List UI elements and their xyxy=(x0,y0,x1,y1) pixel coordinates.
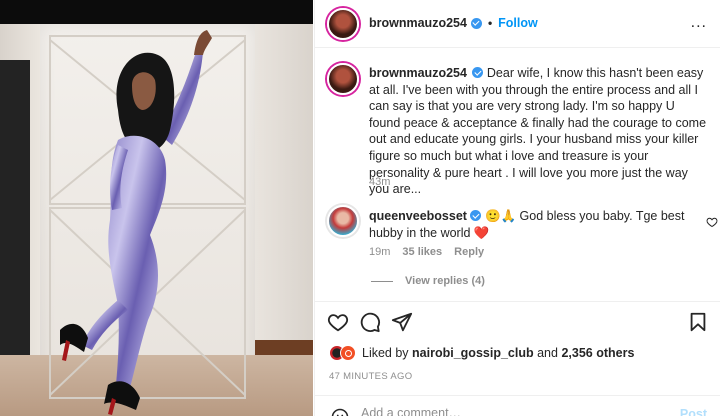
liked-by-and: and xyxy=(537,346,558,360)
post-comment-button[interactable]: Post xyxy=(680,407,707,416)
post-panel: brownmauzo254 • Follow ... brownmauzo254… xyxy=(314,0,720,416)
comment-like-heart-icon[interactable] xyxy=(706,216,718,228)
post-actions xyxy=(315,309,720,335)
bookmark-icon[interactable] xyxy=(687,311,709,333)
heart-icon[interactable] xyxy=(327,311,349,333)
liked-by-user[interactable]: nairobi_gossip_club xyxy=(412,346,534,360)
author-avatar[interactable] xyxy=(327,8,359,40)
replies-line xyxy=(371,280,393,282)
liker-avatar-2[interactable] xyxy=(340,345,356,361)
photo-figure xyxy=(49,30,246,415)
comment-input[interactable] xyxy=(361,406,641,416)
reply-button[interactable]: Reply xyxy=(454,246,484,258)
follow-button[interactable]: Follow xyxy=(498,16,538,30)
view-replies-button[interactable]: View replies (4) xyxy=(371,275,485,287)
liked-by-row: Liked by nairobi_gossip_club and 2,356 o… xyxy=(329,345,634,361)
commenter-avatar[interactable] xyxy=(327,205,359,237)
smiley-icon[interactable] xyxy=(331,408,349,416)
caption-avatar[interactable] xyxy=(327,63,359,95)
verified-badge-icon xyxy=(472,67,484,78)
comment-meta: 19m 35 likes Reply xyxy=(369,246,484,258)
separator-dot: • xyxy=(487,16,493,30)
caption-text: Dear wife, I know this hasn't been easy … xyxy=(369,66,707,197)
caption-username[interactable]: brownmauzo254 xyxy=(369,66,467,80)
author-line: brownmauzo254 • Follow xyxy=(369,16,538,30)
add-comment-bar: Post xyxy=(315,395,720,416)
liked-by-prefix: Liked by xyxy=(362,346,409,360)
verified-badge-icon xyxy=(470,210,482,221)
author-username[interactable]: brownmauzo254 xyxy=(369,16,467,30)
post-photo[interactable] xyxy=(0,0,313,416)
comment-text-block: queenveebosset 🙂🙏 God bless you baby. Tg… xyxy=(369,208,699,242)
comment-timestamp[interactable]: 19m xyxy=(369,246,390,258)
comment-likes-count[interactable]: 35 likes xyxy=(402,246,442,258)
caption-timestamp[interactable]: 43m xyxy=(369,176,390,188)
caption-text-block: brownmauzo254 Dear wife, I know this has… xyxy=(369,65,709,198)
liked-by-others[interactable]: 2,356 others xyxy=(561,346,634,360)
paper-plane-icon[interactable] xyxy=(391,311,413,333)
view-replies-label: View replies (4) xyxy=(405,275,485,287)
comment-username[interactable]: queenveebosset xyxy=(369,209,467,223)
actions-divider xyxy=(315,301,720,302)
post-header: brownmauzo254 • Follow ... xyxy=(315,0,720,48)
liked-by-text: Liked by nairobi_gossip_club and 2,356 o… xyxy=(362,346,634,360)
post-timestamp[interactable]: 47 MINUTES AGO xyxy=(329,371,412,382)
verified-badge-icon xyxy=(470,17,482,29)
more-options-button[interactable]: ... xyxy=(691,14,707,32)
comment-icon[interactable] xyxy=(359,311,381,333)
